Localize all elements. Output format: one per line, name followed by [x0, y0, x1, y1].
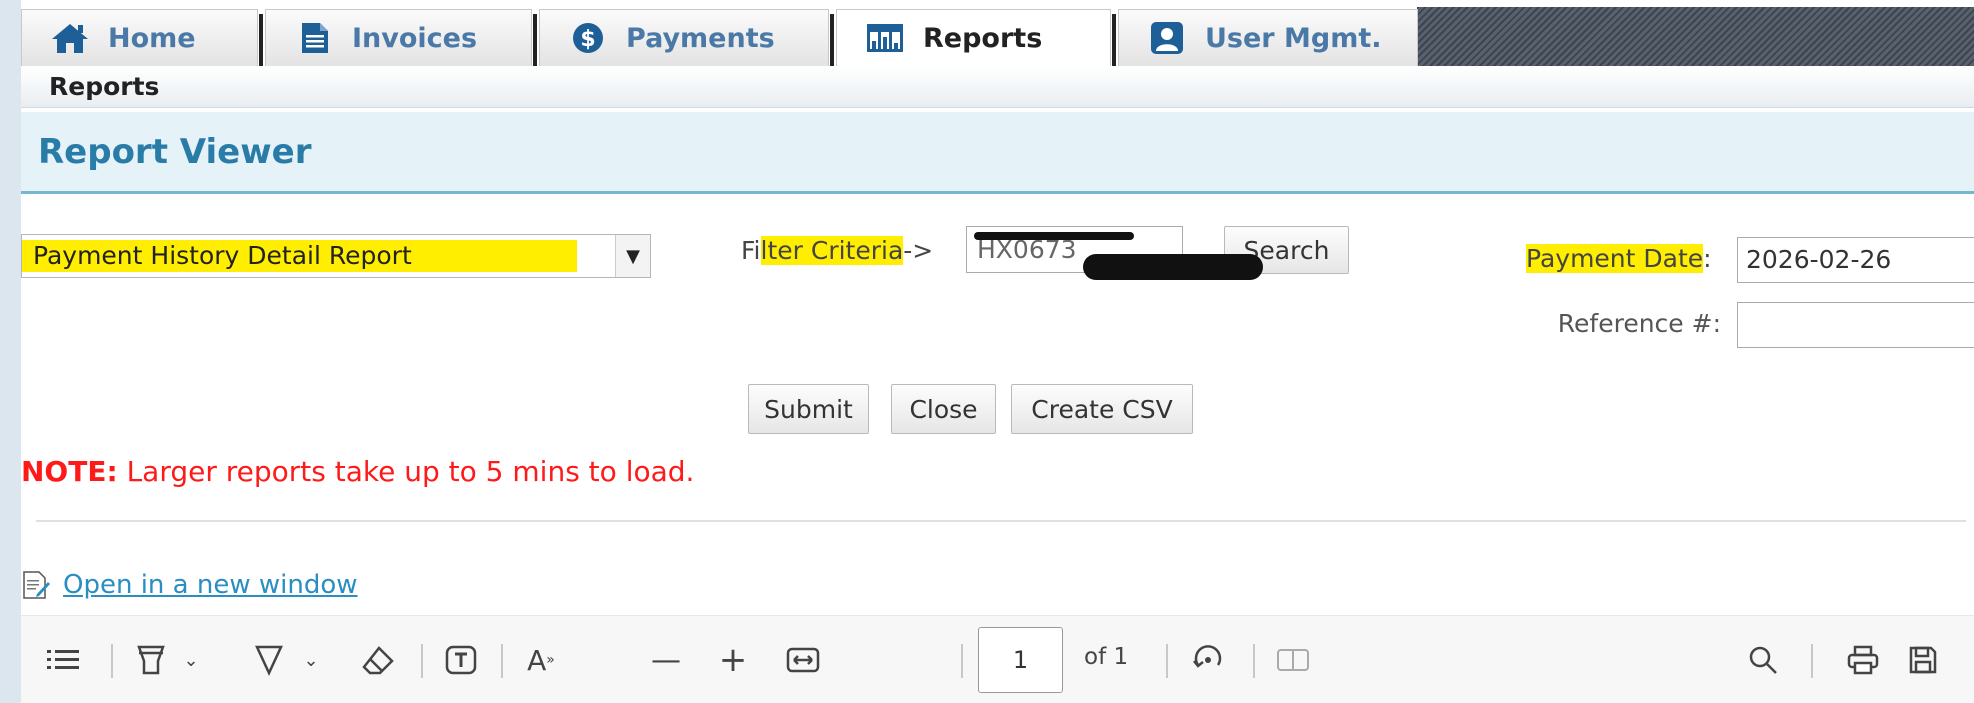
draw-icon[interactable]	[249, 616, 289, 703]
chevron-down-icon[interactable]: ⌄	[176, 616, 206, 703]
redaction-mark	[1083, 254, 1263, 280]
reference-label: Reference #:	[1557, 309, 1721, 338]
rotate-icon[interactable]	[1186, 616, 1230, 703]
chevron-down-icon[interactable]: ⌄	[296, 616, 326, 703]
open-in-new-window-label: Open in a new window	[63, 570, 358, 600]
text-box-icon[interactable]	[439, 616, 483, 703]
report-select[interactable]: Payment History Detail Report ▼	[21, 234, 651, 278]
fit-width-icon[interactable]	[781, 616, 825, 703]
zoom-out-icon[interactable]: —	[646, 616, 686, 703]
load-time-note: NOTE: Larger reports take up to 5 mins t…	[21, 455, 695, 488]
tab-label: Payments	[626, 22, 775, 54]
redaction-mark	[974, 232, 1134, 240]
breadcrumb: Reports	[21, 66, 1974, 108]
tab-home[interactable]: Home	[21, 9, 263, 66]
page-title: Report Viewer	[38, 131, 312, 172]
highlight-icon[interactable]	[131, 616, 171, 703]
save-icon[interactable]	[1901, 616, 1945, 703]
page-view-icon[interactable]	[1271, 616, 1315, 703]
panel-header: Report Viewer	[21, 112, 1974, 194]
chevron-down-icon[interactable]: ▼	[615, 235, 650, 277]
tab-invoices[interactable]: Invoices	[265, 9, 537, 66]
breadcrumb-label: Reports	[49, 72, 160, 101]
zoom-in-icon[interactable]: +	[713, 616, 753, 703]
tab-label: Reports	[923, 22, 1043, 54]
contents-list-icon[interactable]	[41, 616, 85, 703]
read-aloud-icon[interactable]: A»	[516, 616, 566, 703]
tab-user-mgmt[interactable]: User Mgmt.	[1118, 9, 1418, 66]
page-number-input[interactable]: 1	[978, 627, 1063, 693]
svg-text:$: $	[580, 27, 595, 52]
reference-input[interactable]	[1737, 302, 1974, 348]
tab-bar: Home Invoices $ Payments Reports User Mg…	[21, 0, 1974, 66]
filter-criteria-label: Filter Criteria->	[741, 236, 934, 265]
tab-reports[interactable]: Reports	[836, 9, 1116, 66]
payment-date-input[interactable]: 2026-02-26	[1737, 237, 1974, 283]
open-in-new-window-link[interactable]: Open in a new window	[21, 570, 358, 600]
tab-payments[interactable]: $ Payments	[539, 9, 834, 66]
payment-icon: $	[568, 21, 608, 55]
tab-label: Invoices	[352, 22, 478, 54]
payment-date-label: Payment Date:	[1526, 244, 1712, 273]
search-icon[interactable]	[1741, 616, 1785, 703]
pdf-toolbar: ⌄ ⌄ A» — + 1 of 1	[21, 615, 1974, 703]
app-frame: Home Invoices $ Payments Reports User Mg…	[21, 0, 1974, 703]
home-icon	[50, 21, 90, 55]
document-edit-icon	[21, 570, 51, 600]
report-grid-icon	[865, 21, 905, 55]
page-total: of 1	[1084, 644, 1129, 670]
user-icon	[1147, 21, 1187, 55]
tab-bar-pattern	[1417, 7, 1974, 66]
close-button[interactable]: Close	[891, 384, 996, 434]
tab-label: User Mgmt.	[1205, 22, 1382, 54]
invoice-icon	[294, 21, 334, 55]
print-icon[interactable]	[1841, 616, 1885, 703]
submit-button[interactable]: Submit	[748, 384, 869, 434]
report-select-value: Payment History Detail Report	[22, 240, 577, 272]
divider	[36, 520, 1966, 522]
create-csv-button[interactable]: Create CSV	[1011, 384, 1193, 434]
eraser-icon[interactable]	[356, 616, 400, 703]
tab-label: Home	[108, 22, 196, 54]
